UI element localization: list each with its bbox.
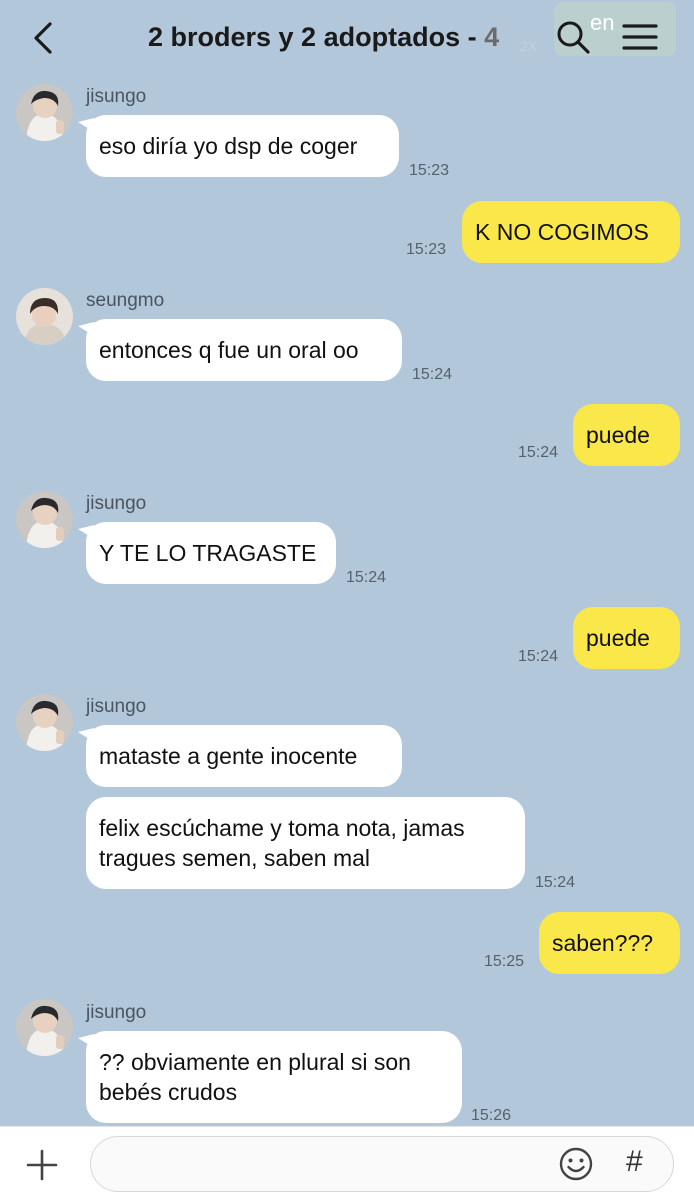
message-time: 15:24 xyxy=(346,569,387,586)
search-icon xyxy=(557,21,590,54)
message-text: saben??? xyxy=(552,930,654,956)
message-bubble-outgoing[interactable]: K NO COGIMOS xyxy=(462,201,680,263)
emoji-button[interactable] xyxy=(558,1146,594,1182)
avatar-jisungo[interactable] xyxy=(16,999,73,1056)
sender-name: jisungo xyxy=(86,696,147,717)
message-time: 15:25 xyxy=(484,953,525,970)
message-bubble-outgoing[interactable]: saben??? xyxy=(539,912,680,974)
message-bubble[interactable]: entonces q fue un oral oo xyxy=(86,319,402,381)
message-time: 15:24 xyxy=(518,648,559,665)
message-bubble-outgoing[interactable]: puede xyxy=(573,607,680,669)
message-time: 15:24 xyxy=(518,444,559,461)
message-text: mataste a gente inocente xyxy=(99,743,358,769)
message-time: 15:26 xyxy=(471,1107,512,1124)
message-text: ?? obviamente en plural si son bebés cru… xyxy=(99,1049,411,1105)
chevron-left-icon xyxy=(34,22,52,54)
plus-icon xyxy=(26,1149,58,1181)
search-button[interactable] xyxy=(554,18,592,56)
ghost-overlay-number: 2X xyxy=(520,38,538,54)
message-text: puede xyxy=(586,422,650,448)
sender-name: jisungo xyxy=(86,1002,147,1023)
message-text: eso diría yo dsp de coger xyxy=(99,133,358,159)
message-text: entonces q fue un oral oo xyxy=(99,337,359,363)
chat-header: en 2X 2 broders y 2 adoptados - 4 xyxy=(0,0,694,76)
message-time: 15:23 xyxy=(406,241,447,258)
message-bubble[interactable]: felix escúchame y toma nota, jamas tragu… xyxy=(86,797,525,889)
message-time: 15:24 xyxy=(535,874,576,891)
sender-name: seungmo xyxy=(86,290,165,311)
sender-name: jisungo xyxy=(86,493,147,514)
smiley-icon xyxy=(559,1147,593,1181)
back-button[interactable] xyxy=(26,20,62,56)
chat-title-text: 2 broders y 2 adoptados - xyxy=(148,22,485,52)
message-text: puede xyxy=(586,625,650,651)
avatar-jisungo[interactable] xyxy=(16,491,73,548)
message-bubble[interactable]: mataste a gente inocente xyxy=(86,725,402,787)
message-bubble-outgoing[interactable]: puede xyxy=(573,404,680,466)
sender-name: jisungo xyxy=(86,86,147,107)
message-bubble[interactable]: eso diría yo dsp de coger xyxy=(86,115,399,177)
ghost-overlay-text: en xyxy=(590,10,615,35)
message-time: 15:23 xyxy=(409,162,450,179)
message-text: felix escúchame y toma nota, jamas tragu… xyxy=(99,815,465,871)
attach-button[interactable] xyxy=(24,1147,60,1183)
avatar-jisungo[interactable] xyxy=(16,84,73,141)
member-count: 4 xyxy=(484,22,500,52)
avatar-seungmo[interactable] xyxy=(16,288,73,345)
message-bubble[interactable]: Y TE LO TRAGASTE xyxy=(86,522,336,584)
menu-button[interactable] xyxy=(620,22,660,52)
chat-title: 2 broders y 2 adoptados - 4 xyxy=(148,22,499,53)
message-text: K NO COGIMOS xyxy=(475,219,649,245)
message-text: Y TE LO TRAGASTE xyxy=(99,540,317,566)
message-time: 15:24 xyxy=(412,366,453,383)
hamburger-menu-icon xyxy=(622,24,658,50)
composer-bar: # xyxy=(0,1126,694,1200)
message-bubble[interactable]: ?? obviamente en plural si son bebés cru… xyxy=(86,1031,462,1123)
hashtag-button[interactable]: # xyxy=(626,1145,656,1181)
avatar-jisungo[interactable] xyxy=(16,694,73,751)
